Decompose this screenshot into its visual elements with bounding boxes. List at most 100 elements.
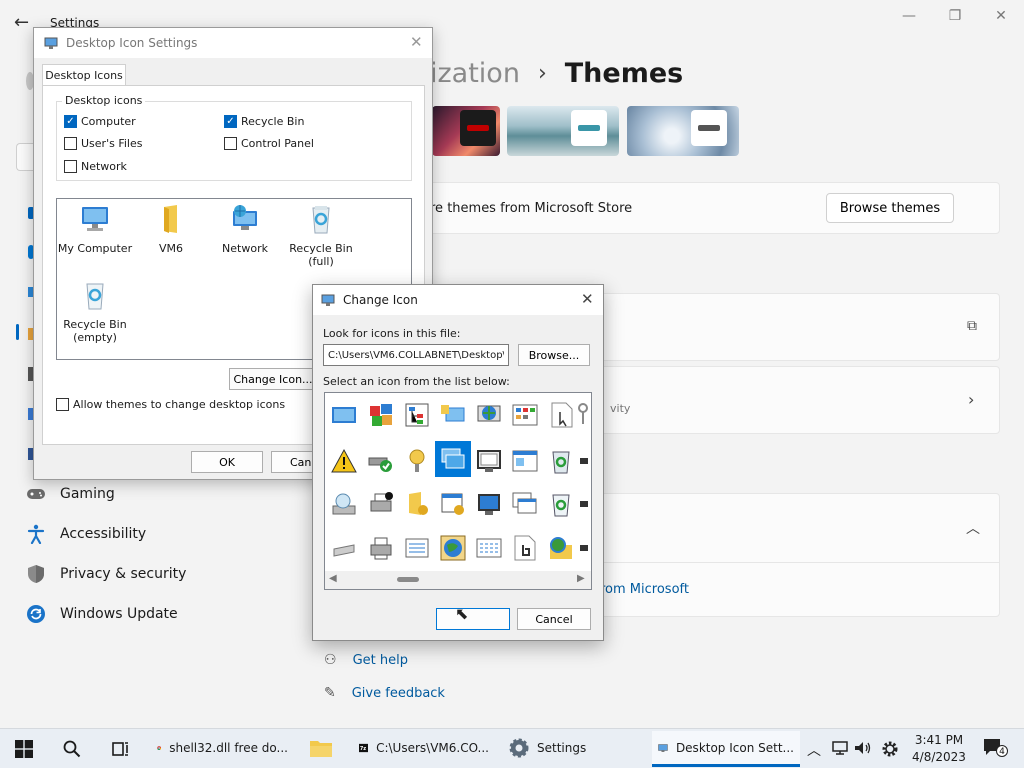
close-icon[interactable]: ✕: [410, 33, 423, 51]
icon-label: Recycle Bin (full): [289, 242, 353, 268]
system-clock[interactable]: 3:41 PM 4/8/2023: [908, 732, 970, 766]
icon-network[interactable]: Network: [207, 203, 283, 255]
tab-desktop-icons[interactable]: Desktop Icons: [42, 64, 126, 86]
picker-icon-windows-stack[interactable]: [507, 486, 543, 522]
give-feedback-label: Give feedback: [351, 685, 445, 701]
checkbox-checked-icon: ✓: [64, 115, 77, 128]
picker-icon-control-panel[interactable]: [507, 397, 543, 433]
recycle-bin-checkbox[interactable]: ✓ Recycle Bin: [224, 115, 304, 128]
task-view-icon[interactable]: [109, 738, 131, 760]
picker-icon-network-folder[interactable]: [543, 530, 579, 566]
theme-thumbnail-glow[interactable]: [432, 106, 500, 156]
picker-icon-globe[interactable]: [435, 530, 471, 566]
chevron-up-icon[interactable]: ︿: [807, 740, 821, 760]
file-path-label: Look for icons in this file:: [323, 327, 461, 340]
dialog-titlebar[interactable]: Change Icon: [313, 285, 603, 315]
volume-icon[interactable]: [854, 740, 872, 760]
nav-item-windows-update[interactable]: Windows Update: [26, 604, 178, 624]
picker-icon-document-cursor[interactable]: [543, 397, 579, 433]
theme-thumbnail-bloom[interactable]: [627, 106, 739, 156]
nav-item-label: Gaming: [60, 486, 115, 502]
picker-icon-warning[interactable]: [326, 443, 362, 479]
minimize-icon[interactable]: —: [899, 8, 919, 24]
nav-item-accessibility[interactable]: Accessibility: [26, 524, 146, 544]
picker-icon-folder-star[interactable]: [399, 486, 435, 522]
icon-recycle-bin-full[interactable]: Recycle Bin (full): [283, 203, 359, 268]
picker-icon-drive-partial[interactable]: [575, 443, 591, 479]
search-box[interactable]: [16, 143, 34, 171]
picker-icon-printer[interactable]: [363, 530, 399, 566]
picker-icon-grid-list[interactable]: [471, 530, 507, 566]
picker-icon-monitor-folder[interactable]: [435, 397, 471, 433]
picker-icon-keys[interactable]: [575, 397, 591, 433]
breadcrumb-parent[interactable]: ization: [430, 58, 520, 89]
scroll-right-icon[interactable]: ▶: [577, 573, 585, 584]
users-files-checkbox[interactable]: User's Files: [64, 137, 142, 150]
picker-icon-globe-monitor[interactable]: [471, 397, 507, 433]
picker-icon-monitor-settings[interactable]: [471, 443, 507, 479]
taskbar-app-desktop-icon-settings[interactable]: Desktop Icon Sett...: [652, 731, 800, 767]
picker-icon-printer-check[interactable]: [363, 486, 399, 522]
browse-button[interactable]: Browse...: [518, 344, 590, 366]
change-icon-button[interactable]: Change Icon...: [229, 368, 317, 390]
picker-icon-drive-partial[interactable]: [575, 486, 591, 522]
picker-icon-network-pin[interactable]: [399, 443, 435, 479]
picker-icon-checklist[interactable]: [399, 530, 435, 566]
picker-icon-cd-drive[interactable]: [326, 486, 362, 522]
scroll-left-icon[interactable]: ◀: [329, 573, 337, 584]
taskbar-app-file-explorer[interactable]: [303, 731, 343, 767]
feedback-icon: ✎: [324, 685, 336, 701]
icon-picker-grid[interactable]: [324, 392, 592, 590]
computer-checkbox[interactable]: ✓ Computer: [64, 115, 136, 128]
taskbar-app-7zip[interactable]: 7z C:\Users\VM6.CO...: [353, 731, 495, 767]
picker-icon-window-image[interactable]: [507, 443, 543, 479]
picker-icon-blocks[interactable]: [363, 397, 399, 433]
ok-button[interactable]: [436, 608, 510, 630]
expander-link[interactable]: rom Microsoft: [600, 582, 689, 597]
start-windows-icon[interactable]: [13, 738, 35, 760]
theme-badge: [691, 110, 727, 146]
nav-item-gaming[interactable]: Gaming: [26, 484, 115, 504]
control-panel-checkbox[interactable]: Control Panel: [224, 137, 314, 150]
network-checkbox[interactable]: Network: [64, 160, 127, 173]
picker-icon-monitors-selected[interactable]: [435, 441, 471, 477]
horizontal-scrollbar[interactable]: ◀ ▶: [325, 571, 591, 589]
picker-icon-chip[interactable]: [326, 397, 362, 433]
nav-item-privacy-security[interactable]: Privacy & security: [26, 564, 186, 584]
taskbar-app-chrome[interactable]: shell32.dll free do...: [151, 731, 294, 767]
scrollbar-thumb[interactable]: [397, 577, 419, 582]
taskbar-app-settings[interactable]: Settings: [503, 731, 643, 767]
computer-icon: [82, 207, 108, 231]
icon-label: VM6: [158, 242, 183, 255]
give-feedback-link[interactable]: ✎ Give feedback: [324, 685, 445, 701]
gear-icon[interactable]: [881, 740, 899, 762]
icon-recycle-bin-empty[interactable]: Recycle Bin (empty): [57, 279, 133, 344]
picker-icon-recycle-full[interactable]: [543, 443, 579, 479]
ok-button[interactable]: OK: [191, 451, 263, 473]
close-icon[interactable]: ✕: [581, 290, 594, 308]
restore-icon[interactable]: ❐: [945, 8, 965, 24]
picker-icon-drive-partial[interactable]: [575, 530, 591, 566]
picker-icon-monitor[interactable]: [471, 486, 507, 522]
allow-themes-checkbox[interactable]: Allow themes to change desktop icons: [56, 398, 285, 411]
picker-icon-drive[interactable]: [326, 530, 362, 566]
picker-icon-tree[interactable]: [399, 397, 435, 433]
chevron-up-icon[interactable]: ︿: [966, 518, 980, 538]
browse-themes-button[interactable]: Browse themes: [826, 193, 954, 223]
icon-file-path-input[interactable]: [323, 344, 509, 366]
picker-icon-hand-cursor[interactable]: [507, 530, 543, 566]
get-help-link[interactable]: ⚇ Get help: [324, 652, 408, 668]
search-icon[interactable]: [61, 738, 83, 760]
theme-thumbnail-captured-motion[interactable]: [507, 106, 619, 156]
icon-my-computer[interactable]: My Computer: [57, 203, 133, 255]
picker-icon-calendar-gear[interactable]: [435, 486, 471, 522]
dialog-titlebar[interactable]: Desktop Icon Settings: [34, 28, 432, 58]
close-icon[interactable]: ✕: [991, 8, 1011, 24]
back-arrow-icon[interactable]: ←: [14, 12, 29, 33]
icon-user-folder[interactable]: VM6: [133, 203, 209, 255]
notification-icon[interactable]: 4: [983, 737, 1008, 761]
picker-icon-drive-check[interactable]: [363, 443, 399, 479]
cancel-button[interactable]: Cancel: [517, 608, 591, 630]
picker-icon-recycle-empty[interactable]: [543, 486, 579, 522]
network-tray-icon[interactable]: [831, 740, 849, 760]
